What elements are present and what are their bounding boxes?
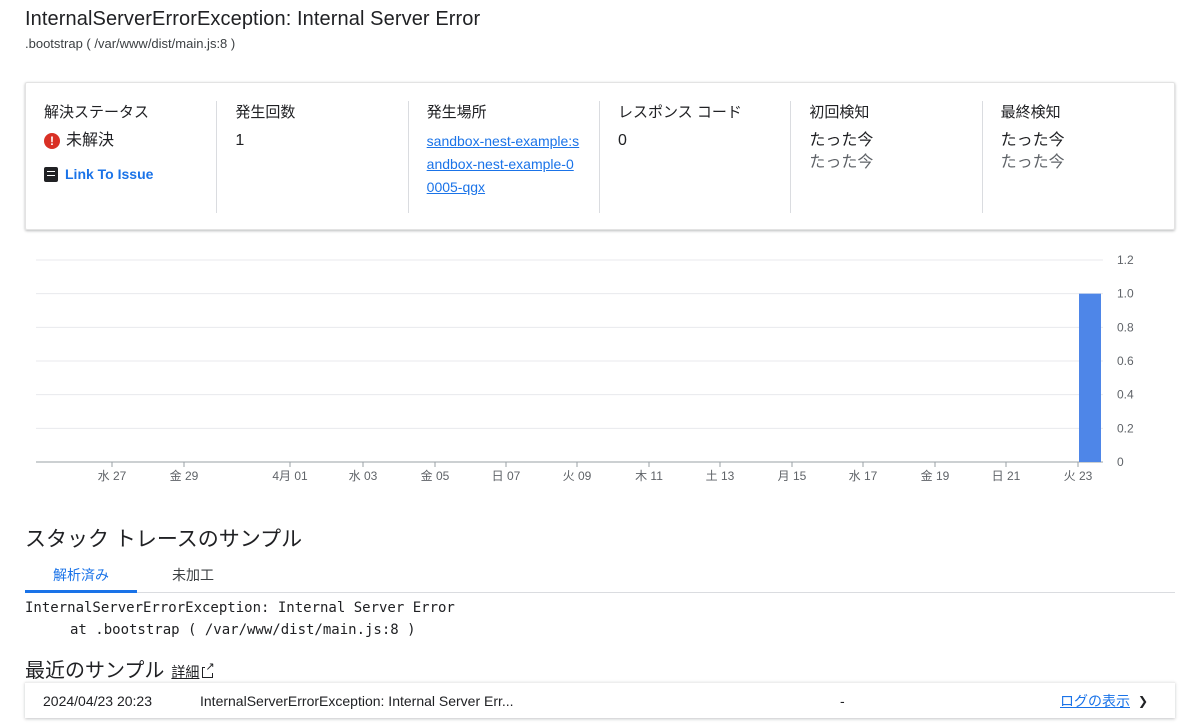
status-label: 解決ステータス	[44, 104, 150, 121]
x-tick-label: 金 19	[921, 468, 950, 483]
chart-bar[interactable]	[1079, 293, 1101, 462]
view-logs-link[interactable]: ログの表示	[1060, 691, 1130, 711]
y-tick-label: 0	[1117, 455, 1124, 469]
x-tick-label: 土 13	[706, 469, 735, 483]
error-header: InternalServerErrorException: Internal S…	[25, 8, 480, 51]
location-column: 発生場所 sandbox-nest-example:sandbox-nest-e…	[409, 101, 600, 213]
x-tick-label: 金 05	[421, 468, 450, 483]
x-tick-label: 4月 01	[272, 469, 308, 483]
recent-title: 最近のサンプル	[25, 660, 165, 682]
x-tick-label: 水 03	[349, 469, 378, 483]
tab-parsed[interactable]: 解析済み	[25, 556, 137, 593]
error-icon: !	[44, 133, 60, 149]
error-title: InternalServerErrorException: Internal S…	[25, 8, 481, 30]
stack-line-frame: at .bootstrap ( /var/www/dist/main.js:8 …	[70, 622, 416, 638]
sample-date: 2024/04/23 20:23	[43, 692, 152, 709]
y-tick-label: 0.6	[1117, 354, 1134, 368]
first-seen-sub: たった今	[809, 154, 874, 171]
stack-trace: InternalServerErrorException: Internal S…	[25, 597, 455, 641]
recent-heading: 最近のサンプル 詳細	[25, 654, 215, 683]
x-tick-label: 日 07	[492, 469, 521, 483]
response-label: レスポンス コード	[617, 104, 742, 121]
details-link[interactable]: 詳細	[171, 661, 215, 682]
x-tick-label: 木 11	[635, 469, 663, 483]
document-icon	[44, 166, 58, 182]
y-tick-label: 0.8	[1117, 320, 1134, 334]
location-link[interactable]: sandbox-nest-example:sandbox-nest-exampl…	[427, 130, 581, 199]
first-seen-value: たった今	[809, 132, 874, 149]
status-dropdown[interactable]: ! 未解決	[44, 130, 198, 152]
y-tick-label: 1.2	[1117, 253, 1134, 267]
last-seen-column: 最終検知 たった今 たった今	[983, 101, 1174, 213]
y-tick-label: 0.4	[1117, 388, 1134, 402]
first-seen-label: 初回検知	[809, 104, 870, 121]
error-subtitle: .bootstrap ( /var/www/dist/main.js:8 )	[25, 36, 236, 51]
x-tick-label: 金 29	[170, 468, 199, 483]
x-tick-label: 火 09	[563, 469, 592, 483]
response-column: レスポンス コード 0	[600, 101, 792, 213]
sample-row[interactable]: 2024/04/23 20:23 InternalServerErrorExce…	[25, 682, 1175, 718]
stack-line-exception: InternalServerErrorException: Internal S…	[25, 600, 455, 616]
sample-message: InternalServerErrorException: Internal S…	[200, 692, 514, 709]
occurrence-chart: 0 0.2 0.4 0.6 0.8 1.0 1.2 水 27 金 29 4月 01 水 03 金 05…	[25, 248, 1175, 488]
y-tick-label: 1.0	[1117, 287, 1134, 301]
x-tick-label: 水 17	[849, 469, 878, 483]
status-value: 未解決	[66, 132, 115, 149]
last-seen-sub: たった今	[1000, 154, 1065, 171]
first-seen-column: 初回検知 たった今 たった今	[791, 101, 983, 213]
x-tick-label: 火 23	[1064, 469, 1093, 483]
tab-raw[interactable]: 未加工	[137, 556, 249, 593]
details-label: 詳細	[171, 664, 200, 680]
count-value: 1	[235, 132, 245, 149]
x-tick-label: 水 27	[98, 469, 127, 483]
last-seen-value: たった今	[1000, 132, 1065, 149]
last-seen-label: 最終検知	[1000, 104, 1061, 121]
link-to-issue-button[interactable]: Link To Issue	[44, 166, 198, 182]
link-to-issue-label: Link To Issue	[65, 166, 154, 182]
count-label: 発生回数	[235, 104, 296, 121]
y-tick-label: 0.2	[1117, 421, 1134, 435]
stack-heading: スタック トレースのサンプル	[25, 528, 303, 551]
count-column: 発生回数 1	[217, 101, 409, 213]
status-column: 解決ステータス ! 未解決 Link To Issue	[26, 101, 218, 213]
x-tick-label: 日 21	[992, 469, 1021, 483]
chevron-down-icon[interactable]: ❯	[1138, 694, 1148, 708]
summary-card: 解決ステータス ! 未解決 Link To Issue 発生回数 1 発生場所 …	[25, 82, 1175, 230]
stack-tabs: 解析済み 未加工	[25, 556, 1175, 593]
response-value: 0	[617, 132, 627, 149]
chart-svg: 0 0.2 0.4 0.6 0.8 1.0 1.2 水 27 金 29 4月 01 水 03 金 05…	[36, 253, 1134, 483]
location-label: 発生場所	[426, 104, 487, 121]
x-tick-label: 月 15	[778, 469, 807, 483]
external-link-icon	[202, 661, 215, 678]
sample-dash: -	[840, 692, 845, 709]
